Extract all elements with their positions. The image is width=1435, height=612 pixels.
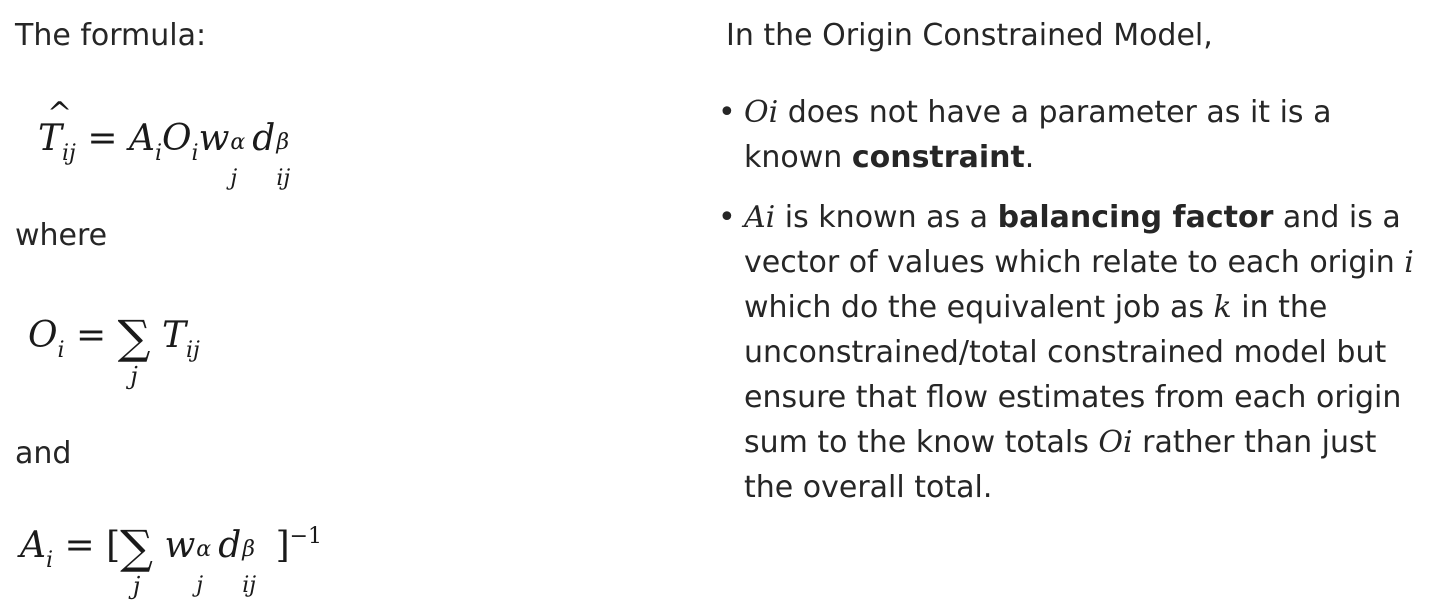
- math-var: Ai: [744, 200, 776, 235]
- formula-label: The formula:: [15, 18, 207, 53]
- text-span: does not have a parameter as it is a kno…: [744, 95, 1332, 175]
- text-span: which do the equivalent job as: [744, 290, 1214, 325]
- bullet-list: • Oi does not have a parameter as it is …: [718, 90, 1416, 525]
- equation-flow: T ^ ij = AiOiw α j d β ij: [38, 96, 291, 191]
- formula-column: The formula: T ^ ij = AiOiw α j d β ij where O…: [0, 0, 700, 612]
- list-item: • Ai is known as a balancing factor and …: [718, 195, 1416, 510]
- intro-text: In the Origin Constrained Model,: [726, 18, 1213, 53]
- bullet-icon: •: [718, 95, 736, 130]
- math-var: k: [1213, 290, 1232, 325]
- text-span: .: [1024, 140, 1035, 175]
- text-span: is known as a: [775, 200, 998, 235]
- where-label: where: [15, 218, 108, 253]
- bold-term: balancing factor: [997, 200, 1274, 235]
- bold-term: constraint: [851, 140, 1025, 175]
- and-label: and: [15, 436, 72, 471]
- math-var: Oi: [1098, 425, 1133, 460]
- explanation-column: In the Origin Constrained Model, • Oi do…: [718, 0, 1416, 612]
- math-var: i: [1404, 245, 1414, 280]
- list-item: • Oi does not have a parameter as it is …: [718, 90, 1416, 180]
- equation-balancing-factor: Ai = [∑ j wαj d β ij ]−1: [20, 520, 323, 600]
- equation-origin-total: Oi = ∑ j Tij: [28, 310, 200, 390]
- bullet-icon: •: [718, 200, 736, 235]
- math-var: Oi: [744, 95, 779, 130]
